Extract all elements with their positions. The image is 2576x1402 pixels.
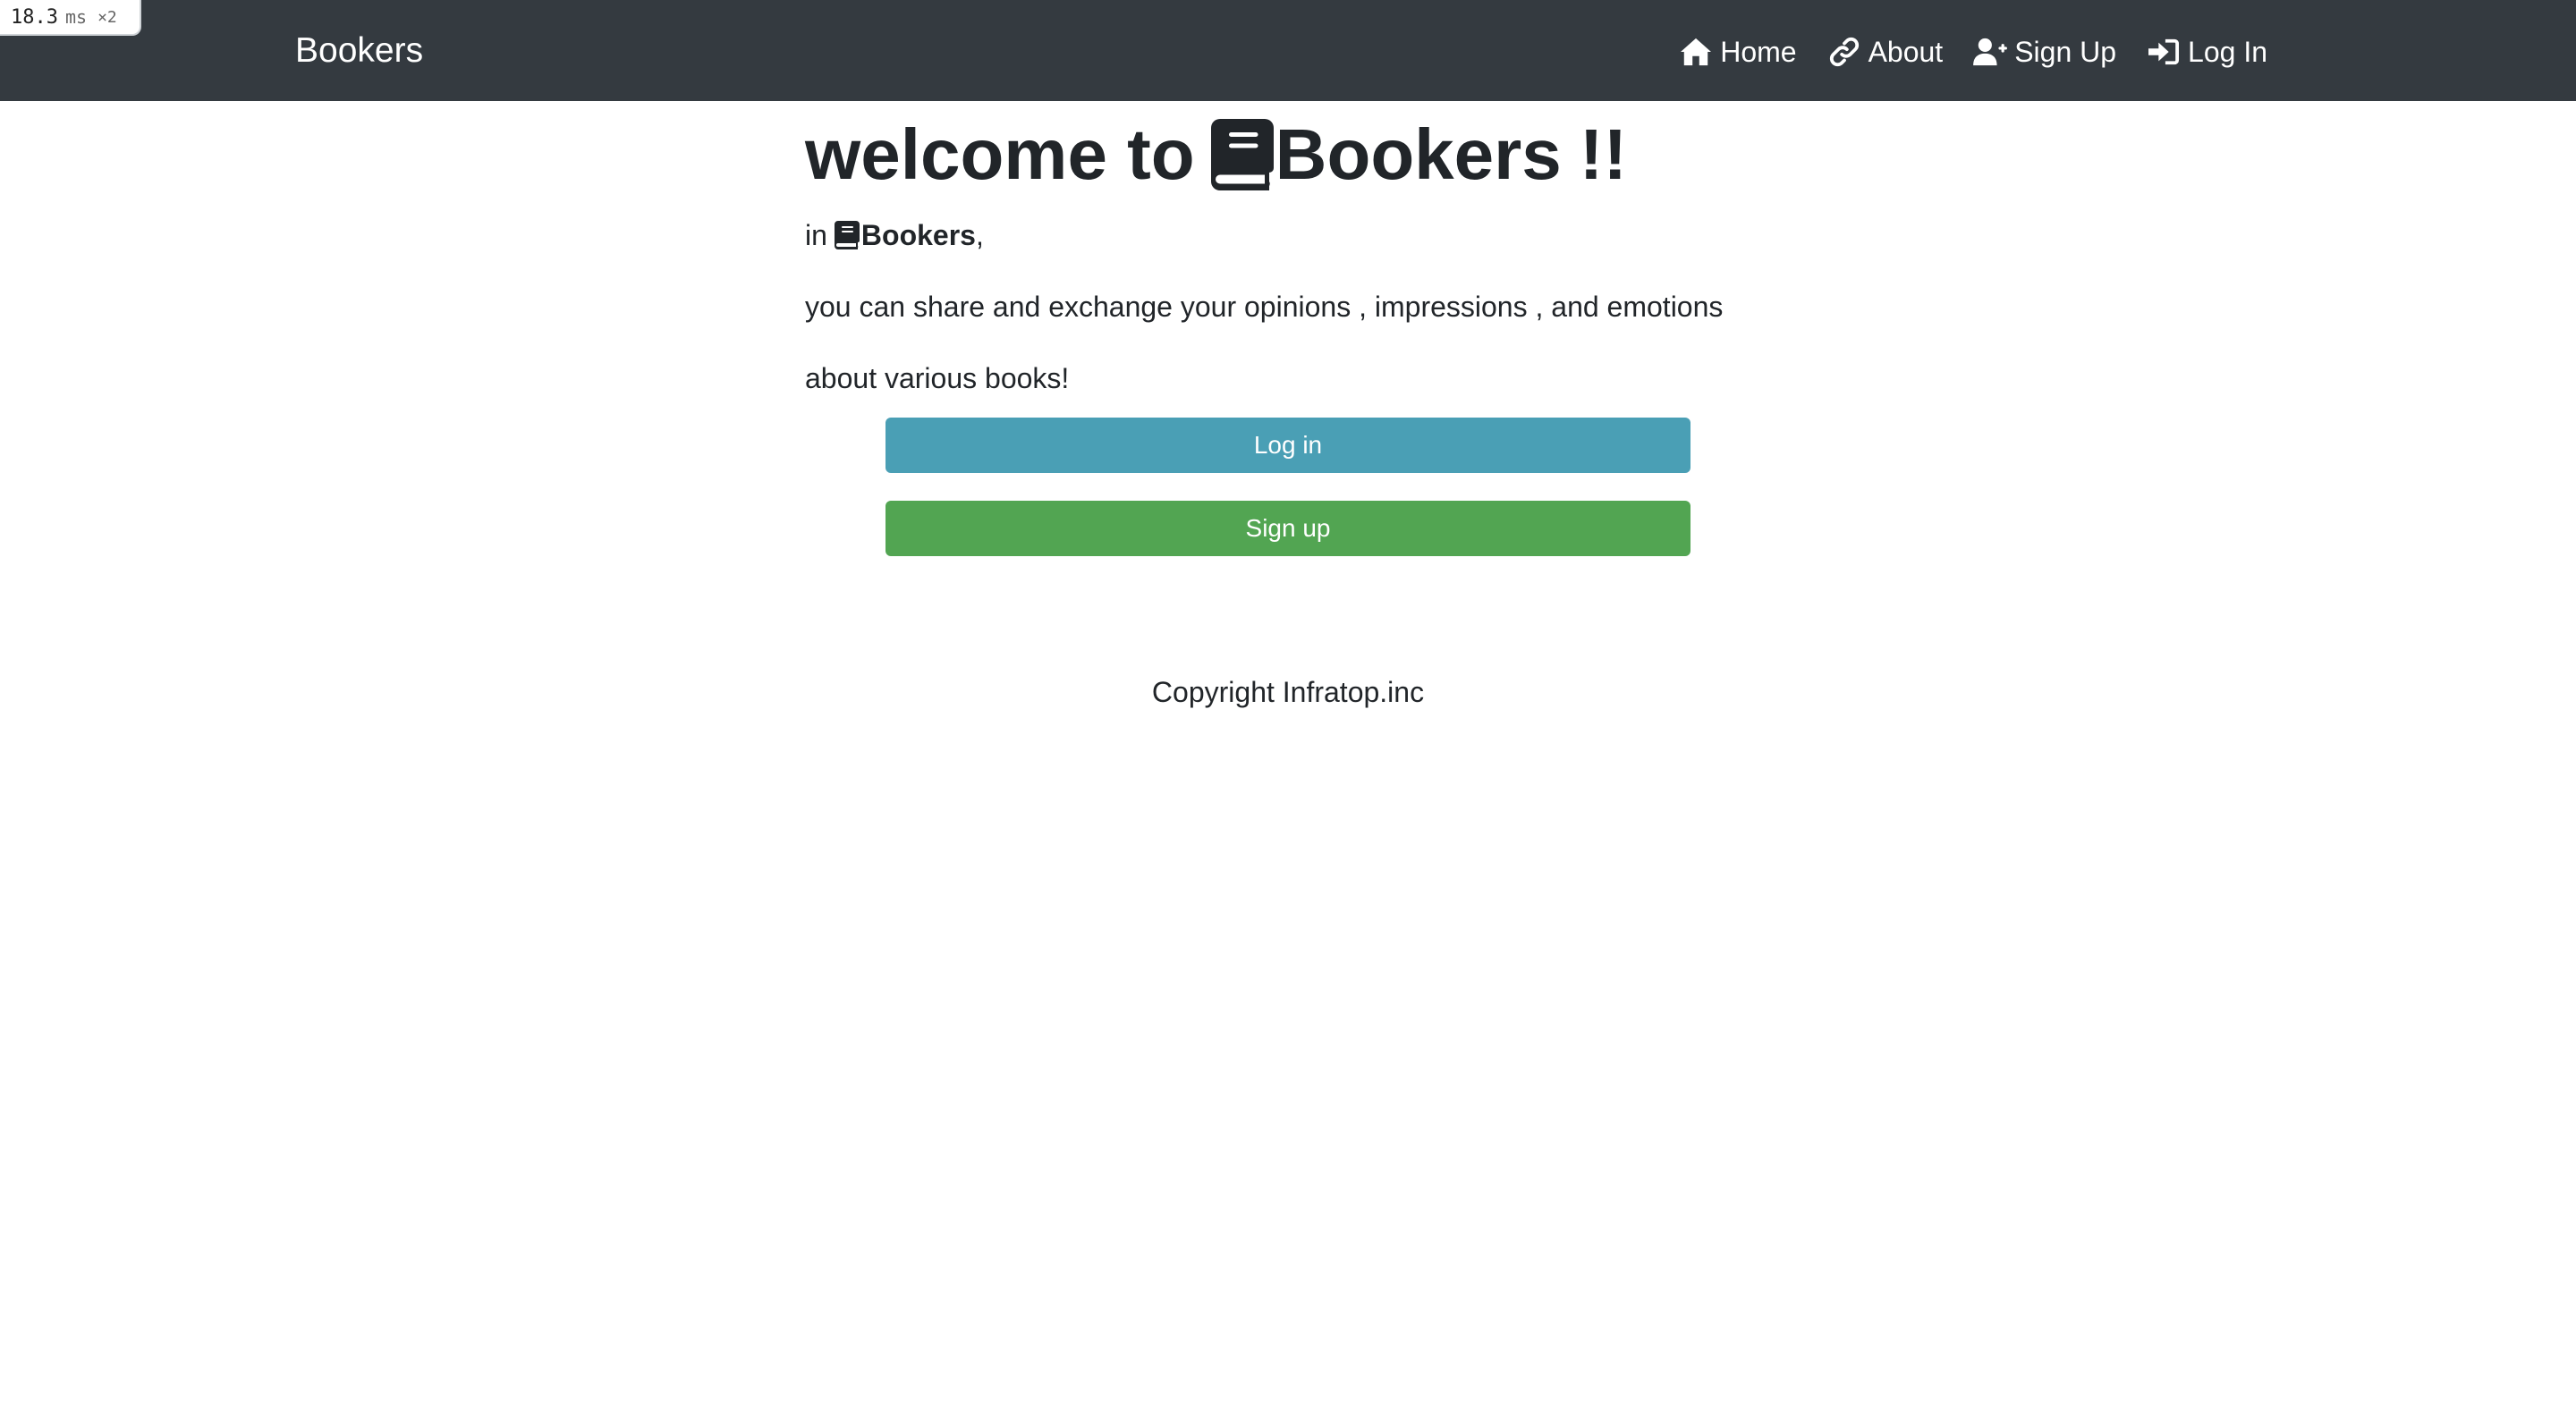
user-plus-icon (1973, 38, 2008, 66)
intro-line-1: in Bookers , (805, 215, 1771, 255)
book-icon (1210, 119, 1274, 190)
link-icon (1829, 37, 1859, 67)
navbar: Bookers Home About Sign Up Log In (0, 0, 2576, 101)
book-icon (834, 221, 860, 249)
perf-badge: 18.3 ms ×2 (0, 0, 141, 36)
nav-link-login[interactable]: Log In (2147, 32, 2267, 72)
footer-copyright: Copyright Infratop.inc (1151, 676, 1425, 708)
main-content: welcome to Bookers !! in Bookers , you c… (805, 101, 1771, 556)
intro-line-3: about various books! (805, 362, 1070, 394)
nav-link-home[interactable]: Home (1679, 32, 1797, 72)
signup-button[interactable]: Sign up (886, 501, 1690, 556)
nav-link-home-label: Home (1720, 36, 1797, 68)
perf-multiplier: ×2 (97, 7, 117, 27)
intro-line-1-suffix: , (975, 219, 984, 251)
hero-title: welcome to Bookers !! (805, 101, 1771, 199)
intro-line-1-prefix: in (805, 219, 827, 251)
login-button[interactable]: Log in (886, 418, 1690, 473)
nav-link-about[interactable]: About (1827, 32, 1944, 72)
nav-link-about-label: About (1868, 36, 1944, 68)
hero-title-prefix: welcome to (805, 114, 1195, 194)
hero-title-suffix: !! (1579, 114, 1628, 194)
perf-unit: ms (64, 6, 88, 28)
intro-line-2: you can share and exchange your opinions… (805, 291, 1724, 323)
intro-line-1-brand: Bookers (860, 219, 976, 251)
perf-value: 18.3 (11, 5, 58, 29)
navbar-brand[interactable]: Bookers (295, 29, 423, 73)
nav-link-signup-label: Sign Up (2014, 36, 2117, 68)
sign-in-icon (2148, 38, 2180, 65)
nav-link-login-label: Log In (2188, 36, 2267, 68)
home-icon (1681, 38, 1712, 66)
hero-title-brand: Bookers (1275, 114, 1562, 194)
nav-link-signup[interactable]: Sign Up (1973, 32, 2116, 72)
nav-links: Home About Sign Up Log In (1679, 32, 2267, 72)
